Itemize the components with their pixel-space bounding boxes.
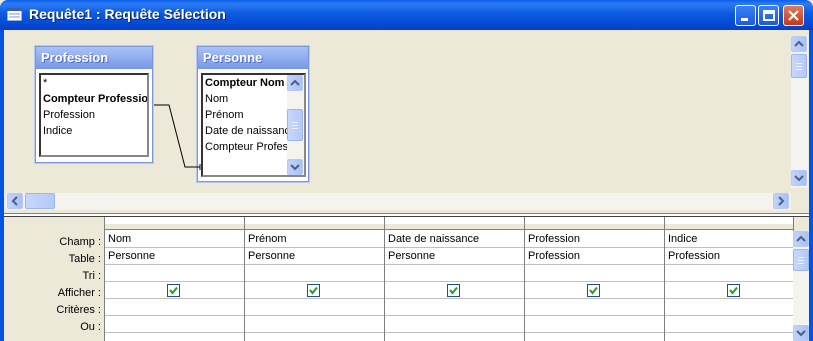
sort-cell[interactable]: [525, 265, 664, 282]
row-label-table: Table :: [68, 253, 101, 265]
field-cell[interactable]: Indice: [665, 231, 793, 248]
column-selector[interactable]: [665, 224, 793, 230]
table-pane[interactable]: Profession * Compteur Profession Profess…: [4, 30, 809, 211]
row-label-tri: Tri :: [82, 270, 101, 282]
scroll-left-button[interactable]: [7, 193, 23, 209]
or-cell[interactable]: [665, 316, 793, 333]
design-grid-pane: Champ : Table : Tri : Afficher : Critère…: [4, 217, 809, 341]
criteria-cell[interactable]: [105, 299, 244, 316]
table-cell[interactable]: Personne: [105, 248, 244, 265]
grid-vertical-scrollbar[interactable]: [793, 231, 809, 341]
sort-cell[interactable]: [105, 265, 244, 282]
show-cell[interactable]: [245, 282, 384, 299]
scroll-right-button[interactable]: [773, 193, 789, 209]
query-window: Requête1 : Requête Sélection Profession …: [0, 0, 813, 341]
upper-vertical-scrollbar[interactable]: [791, 36, 808, 188]
column-selector[interactable]: [525, 224, 664, 230]
show-checkbox[interactable]: [587, 284, 600, 297]
or-cell[interactable]: [385, 316, 524, 333]
criteria-cell[interactable]: [665, 299, 793, 316]
row-label-afficher: Afficher :: [57, 287, 101, 299]
row-label-champ: Champ :: [59, 236, 101, 248]
grid-column[interactable]: Profession Profession: [525, 217, 665, 341]
or-cell[interactable]: [525, 316, 664, 333]
field-cell[interactable]: Prénom: [245, 231, 384, 248]
criteria-cell[interactable]: [385, 299, 524, 316]
column-selector[interactable]: [385, 224, 524, 230]
scroll-thumb[interactable]: [25, 193, 55, 209]
column-selector[interactable]: [105, 224, 244, 230]
table-cell[interactable]: Personne: [245, 248, 384, 265]
show-checkbox[interactable]: [167, 284, 180, 297]
show-checkbox[interactable]: [447, 284, 460, 297]
maximize-button[interactable]: [758, 5, 779, 26]
scroll-thumb[interactable]: [793, 249, 809, 271]
query-icon: [6, 7, 23, 22]
row-label-criteres: Critères :: [56, 304, 101, 316]
show-cell[interactable]: [385, 282, 524, 299]
table-cell[interactable]: Profession: [665, 248, 793, 265]
grid-column[interactable]: Nom Personne: [105, 217, 245, 341]
table-cell[interactable]: Profession: [525, 248, 664, 265]
field-cell[interactable]: Nom: [105, 231, 244, 248]
show-checkbox[interactable]: [727, 284, 740, 297]
criteria-cell[interactable]: [245, 299, 384, 316]
table-cell[interactable]: Personne: [385, 248, 524, 265]
grid-column[interactable]: Prénom Personne: [245, 217, 385, 341]
scroll-down-button[interactable]: [791, 170, 807, 186]
minimize-button[interactable]: [735, 5, 756, 26]
scroll-down-button[interactable]: [793, 325, 809, 341]
show-cell[interactable]: [665, 282, 793, 299]
join-line[interactable]: [4, 30, 809, 211]
upper-horizontal-scrollbar[interactable]: [6, 193, 791, 210]
grid-column[interactable]: Indice Profession: [665, 217, 794, 341]
close-button[interactable]: [783, 5, 804, 26]
sort-cell[interactable]: [385, 265, 524, 282]
column-selector[interactable]: [245, 224, 384, 230]
scroll-up-button[interactable]: [793, 231, 809, 247]
client-area: Profession * Compteur Profession Profess…: [4, 30, 809, 341]
row-label-ou: Ou :: [80, 321, 101, 333]
window-title: Requête1 : Requête Sélection: [29, 6, 226, 22]
sort-cell[interactable]: [245, 265, 384, 282]
grid-column[interactable]: Date de naissance Personne: [385, 217, 525, 341]
scroll-up-button[interactable]: [791, 36, 807, 52]
show-cell[interactable]: [525, 282, 664, 299]
show-cell[interactable]: [105, 282, 244, 299]
title-bar[interactable]: Requête1 : Requête Sélection: [0, 0, 813, 30]
sort-cell[interactable]: [665, 265, 793, 282]
field-cell[interactable]: Profession: [525, 231, 664, 248]
field-cell[interactable]: Date de naissance: [385, 231, 524, 248]
or-cell[interactable]: [245, 316, 384, 333]
scroll-thumb[interactable]: [791, 54, 807, 78]
or-cell[interactable]: [105, 316, 244, 333]
query-design-grid[interactable]: Nom Personne Prénom Personne Date de nai…: [104, 217, 794, 341]
criteria-cell[interactable]: [525, 299, 664, 316]
show-checkbox[interactable]: [307, 284, 320, 297]
